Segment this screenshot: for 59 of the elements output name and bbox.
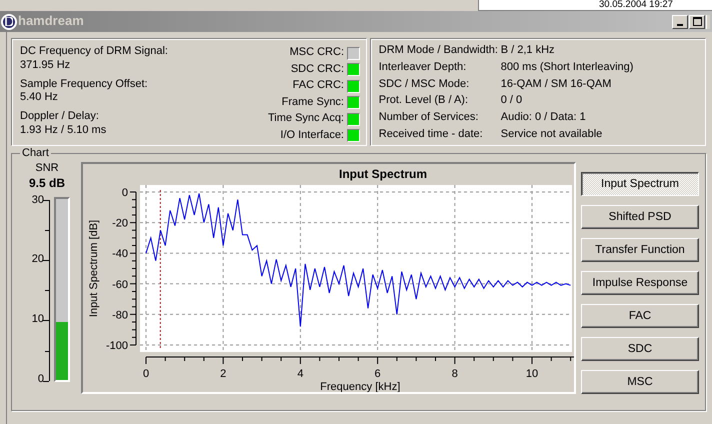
info-label: DRM Mode / Bandwidth: <box>378 44 499 58</box>
tick-label: -40 <box>112 248 128 260</box>
chart-button[interactable]: Shifted PSD <box>581 205 699 229</box>
chart-button[interactable]: FAC <box>581 304 699 328</box>
snr-value: 9.5 dB <box>28 176 65 191</box>
info-value: 0 / 0 <box>500 94 524 108</box>
info-value: 371.95 Hz <box>20 58 72 72</box>
date-field: 30.05.2004 19:27 <box>478 0 712 11</box>
tick-label: -100 <box>106 340 128 352</box>
scale-label: 10 <box>32 314 44 326</box>
info-label: Interleaver Depth: <box>378 60 468 74</box>
info-label: DC Frequency of DRM Signal: <box>20 45 168 59</box>
maximize-icon <box>692 17 702 26</box>
info-value: B / 2,1 kHz <box>500 44 556 58</box>
snr-label: SNR <box>35 162 59 176</box>
tick-label: 0 <box>122 187 128 199</box>
tick-label: 6 <box>374 368 381 380</box>
tick-label: -20 <box>112 218 128 230</box>
info-label: Prot. Level (B / A): <box>378 94 470 108</box>
indicator-label: SDC CRC: <box>290 62 344 77</box>
chart-button[interactable]: Transfer Function <box>581 238 699 262</box>
tick-label: 0 <box>142 368 150 380</box>
app-icon <box>1 14 17 30</box>
scale-label: 20 <box>32 254 44 266</box>
info-label: Doppler / Delay: <box>20 110 100 124</box>
info-value: Audio: 0 / Data: 1 <box>500 111 587 125</box>
chart-title: Input Spectrum <box>339 167 427 181</box>
scale-label: 30 <box>32 194 44 206</box>
maximize-button[interactable] <box>689 14 705 28</box>
window-title: hamdream <box>18 13 84 30</box>
minimize-button[interactable] <box>672 14 688 28</box>
chart-button[interactable]: Input Spectrum <box>581 172 699 196</box>
chart-button[interactable]: SDC <box>581 337 699 361</box>
minimize-icon <box>677 24 683 26</box>
axis-label: Input Spectrum [dB] <box>88 220 100 318</box>
tick-label: 10 <box>526 368 538 380</box>
indicator-label: I/O Interface: <box>280 128 344 143</box>
indicator-label: FAC CRC: <box>292 79 344 94</box>
axis-label: Frequency [kHz] <box>320 381 400 392</box>
indicator-label: MSC CRC: <box>290 46 344 60</box>
indicator-label: Time Sync Acq: <box>268 112 344 126</box>
info-value: 800 ms (Short Interleaving) <box>500 60 634 74</box>
info-label: SDC / MSC Mode: <box>378 78 470 92</box>
info-value: Service not available <box>500 128 604 142</box>
info-value: 1.93 Hz / 5.10 ms <box>20 124 108 138</box>
info-label: Sample Frequency Offset: <box>20 78 149 92</box>
info-label: Received time - date: <box>378 128 484 142</box>
tick-label: -60 <box>112 278 128 291</box>
chart-button[interactable]: MSC <box>581 370 699 394</box>
chart-button[interactable]: Impulse Response <box>581 271 699 295</box>
indicator-label: Frame Sync: <box>282 96 344 110</box>
info-value: 5.40 Hz <box>20 91 59 105</box>
tick-label: 4 <box>297 368 304 380</box>
scale-label: 0 <box>38 374 44 385</box>
info-label: Number of Services: <box>378 111 480 125</box>
tick-label: 8 <box>452 368 458 380</box>
info-value: 16-QAM / SM 16-QAM <box>500 78 612 92</box>
tick-label: 2 <box>220 368 226 380</box>
tick-label: -80 <box>112 309 128 322</box>
